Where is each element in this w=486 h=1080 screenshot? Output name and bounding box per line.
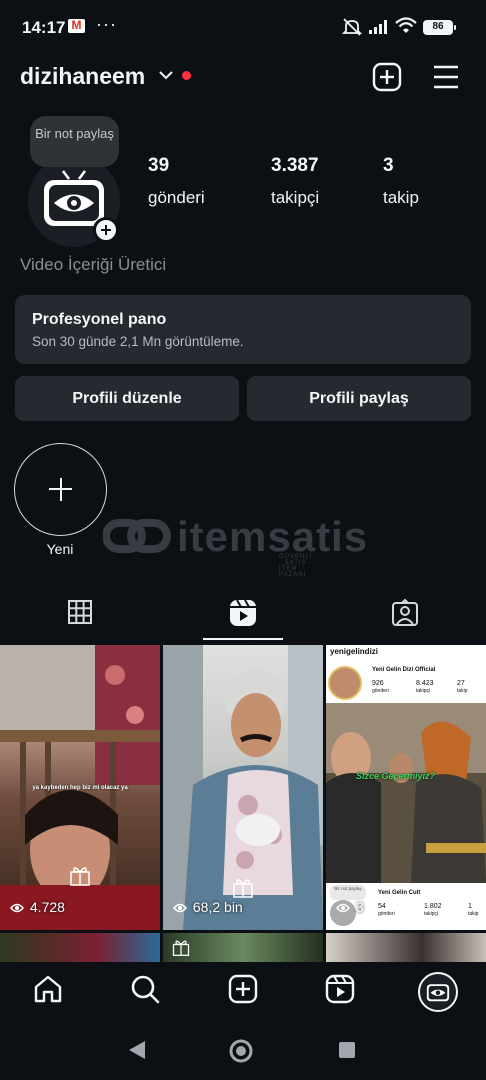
notification-dot (182, 71, 191, 80)
reel-second-name: Yeni Gelin Cult (378, 890, 421, 896)
profile-avatar[interactable] (418, 972, 458, 1012)
bottom-navigation (0, 962, 486, 1024)
eye-icon (173, 903, 187, 913)
stat-followers[interactable]: 3.387 takipçi (271, 155, 319, 208)
mute-icon (342, 18, 362, 36)
gmail-icon (68, 18, 85, 33)
reel-stat-label: takip (457, 688, 468, 694)
view-count: 68,2 bin (173, 899, 243, 915)
reel-stat-label: takip (468, 911, 479, 917)
reel-stat: 1.802 takipçi (424, 903, 442, 917)
pro-panel-title: Profesyonel pano (32, 311, 167, 328)
view-count-value: 3 (355, 899, 364, 915)
reel-stat-value: 8.423 (416, 680, 434, 687)
new-highlight-button[interactable] (14, 443, 107, 536)
reel-profile-avatar (328, 666, 362, 700)
battery-icon: 86 (423, 20, 456, 35)
reels-icon (230, 599, 256, 626)
pro-panel-subtitle: Son 30 günde 2,1 Mn görüntüleme. (32, 334, 244, 349)
note-bubble[interactable]: Bir not paylaş (30, 116, 119, 167)
wifi-icon (395, 17, 417, 33)
watermark-text: itemsatis (177, 513, 369, 560)
grid-icon (68, 600, 92, 624)
stat-label: takip (383, 188, 419, 207)
bio-category: Video İçeriği Üretici (20, 255, 167, 274)
reel-tile[interactable] (163, 933, 323, 962)
reel-account-name: yenigelindizi (330, 647, 379, 656)
eye-icon (336, 903, 350, 913)
edit-profile-button[interactable]: Profili düzenle (15, 376, 239, 421)
view-count: 4.728 (10, 899, 65, 915)
reel-tile[interactable]: 68,2 bin (163, 645, 323, 930)
reel-stat: 8.423 takipçi (416, 680, 434, 694)
highlight-label: Yeni (46, 541, 74, 557)
view-count: 3 (336, 899, 364, 915)
chevron-down-icon[interactable] (158, 69, 174, 81)
reel-profile-name: Yeni Gelin Dizi Official (372, 667, 436, 673)
reel-stat-value: 926 (372, 680, 384, 687)
stat-label: takipçi (271, 188, 320, 207)
more-dots-icon: ··· (96, 14, 117, 34)
status-bar: 14:17 ··· 86 (0, 0, 486, 56)
system-navigation (0, 1024, 486, 1080)
reel-stat: 926 gönderi (372, 680, 389, 694)
stat-posts[interactable]: 39 gönderi (148, 155, 205, 208)
tv-eye-icon (426, 984, 450, 1002)
create-icon[interactable] (372, 62, 402, 92)
gift-icon (233, 879, 253, 898)
search-icon[interactable] (130, 974, 160, 1004)
status-time: 14:17 (22, 18, 66, 37)
reel-stat-value: 1 (468, 903, 472, 910)
reel-tile[interactable]: yenigelindizi Yeni Gelin Dizi Official 9… (326, 645, 486, 930)
reel-stat: 1 takip (468, 903, 479, 917)
reel-stat-label: gönderi (372, 688, 389, 694)
home-icon[interactable] (33, 974, 63, 1004)
reel-tile[interactable] (0, 933, 160, 962)
reel-stat-label: gönderi (378, 911, 395, 917)
reel-tile[interactable] (326, 933, 486, 962)
professional-dashboard[interactable]: Profesyonel pano Son 30 günde 2,1 Mn gör… (15, 295, 471, 364)
stat-label: gönderi (148, 188, 205, 207)
reel-stat-value: 1.802 (424, 903, 442, 910)
reel-stat: 27 takip (457, 680, 468, 694)
watermark: itemsatis GÜVENLİ · SATIŞ · İTEM · PAZAR… (102, 513, 367, 578)
tab-grid[interactable] (0, 590, 162, 642)
add-story-icon[interactable] (93, 217, 119, 243)
active-tab-indicator (203, 638, 283, 640)
view-count-value: 68,2 bin (192, 899, 243, 915)
watermark-subtext: GÜVENLİ · SATIŞ · İTEM · PAZARI (279, 554, 313, 578)
tab-tagged[interactable] (324, 590, 486, 642)
reel-tile[interactable]: ya kaybeden hep biz mi olacaz ya 4.728 (0, 645, 160, 930)
reel-stat-value: 27 (457, 680, 465, 687)
reel-stat: 54 gönderi (378, 903, 395, 917)
stat-value: 3.387 (271, 155, 319, 176)
stat-following[interactable]: 3 takip (383, 155, 419, 208)
watermark-logo-icon (102, 519, 171, 553)
reel-stat-value: 54 (378, 903, 386, 910)
eye-icon (10, 903, 24, 913)
gift-icon (70, 867, 90, 886)
reel-stat-label: takipçi (424, 911, 439, 917)
reel-caption: ya kaybeden hep biz mi olacaz ya (32, 785, 128, 791)
reels-icon[interactable] (325, 974, 355, 1004)
menu-icon[interactable] (432, 63, 460, 91)
reel-thumbnail (326, 703, 486, 883)
reel-stat-label: takipçi (416, 688, 431, 694)
signal-icon (369, 20, 387, 34)
reel-note-bubble: Bir not paylaş (330, 885, 366, 900)
gift-icon (172, 940, 190, 956)
back-icon[interactable] (127, 1039, 147, 1061)
recents-icon[interactable] (337, 1040, 357, 1060)
view-count-value: 4.728 (29, 899, 65, 915)
reel-overlay-text: Sizce Geçermiyiz? (356, 771, 436, 781)
tab-reels[interactable] (162, 590, 324, 642)
tagged-icon (392, 599, 418, 626)
share-profile-button[interactable]: Profili paylaş (247, 376, 471, 421)
stat-value: 3 (383, 155, 394, 176)
stat-value: 39 (148, 155, 170, 176)
create-icon[interactable] (228, 974, 258, 1004)
username[interactable]: dizihaneem (20, 63, 145, 90)
home-button-icon[interactable] (228, 1038, 254, 1064)
